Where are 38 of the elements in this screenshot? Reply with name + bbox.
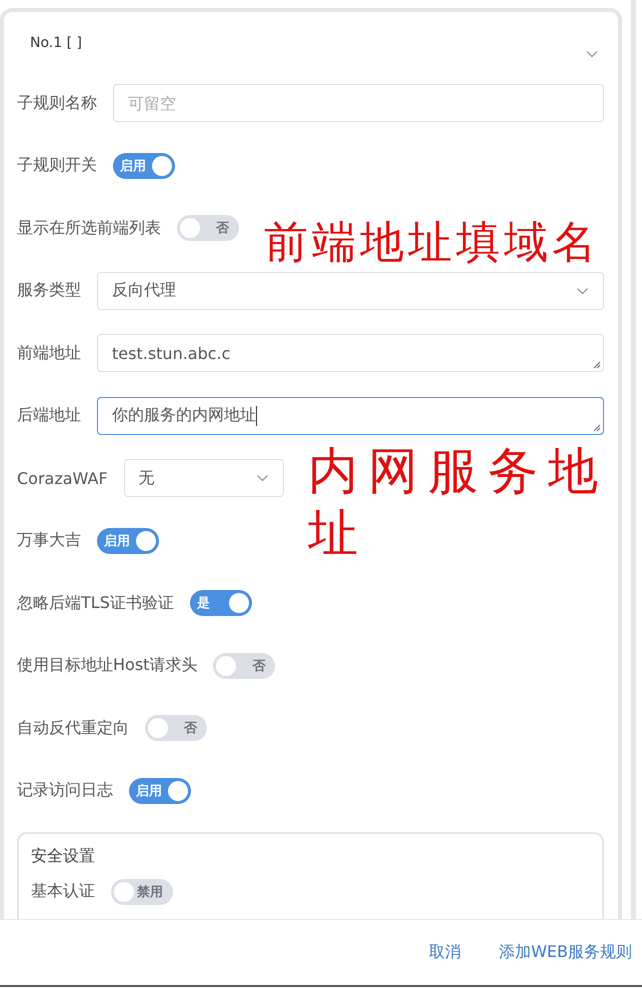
field-label: 使用目标地址Host请求头: [17, 655, 198, 676]
resize-grip-icon[interactable]: [593, 361, 601, 369]
annotation-text: 前端地址填域名: [264, 218, 600, 268]
toggle-switch[interactable]: 否: [145, 715, 207, 741]
toggle-switch[interactable]: 是: [190, 590, 252, 616]
scrollbar[interactable]: [631, 0, 636, 919]
text-button[interactable]: 取消: [425, 938, 466, 967]
section-title: 安全设置: [31, 846, 96, 866]
field-label: 基本认证: [31, 881, 95, 902]
select-dropdown[interactable]: 反向代理: [97, 272, 604, 310]
text-button[interactable]: 添加WEB服务规则: [495, 938, 636, 967]
text-field[interactable]: 可留空: [113, 84, 604, 122]
chevron-down-icon[interactable]: [586, 50, 598, 58]
rule-title: No.1 [ ]: [30, 35, 82, 51]
resize-grip-icon[interactable]: [593, 424, 601, 432]
field-label: 自动反代重定向: [17, 718, 129, 738]
chevron-down-icon: [576, 286, 589, 294]
annotation-text: 内网服务地址: [308, 441, 608, 564]
text-area[interactable]: 你的服务的内网地址: [97, 396, 604, 434]
field-label: 子规则名称: [17, 92, 97, 114]
field-label: 忽略后端TLS证书验证: [17, 592, 174, 614]
field-label: 记录访问日志: [17, 780, 113, 801]
toggle-switch[interactable]: 启用: [113, 152, 175, 178]
field-label: 显示在所选前端列表: [17, 218, 161, 238]
field-label: CorazaWAF: [17, 468, 108, 488]
chevron-down-icon: [256, 474, 269, 482]
field-label: 后端地址: [17, 405, 81, 426]
text-area[interactable]: test.stun.abc.c: [97, 334, 604, 372]
toggle-switch[interactable]: 否: [213, 652, 276, 678]
toggle-switch[interactable]: 启用: [97, 528, 159, 554]
field-label: 万事大吉: [17, 530, 81, 551]
toggle-switch[interactable]: 否: [177, 215, 239, 241]
toggle-switch[interactable]: 启用: [129, 778, 191, 804]
field-label: 前端地址: [17, 342, 81, 364]
field-label: 子规则开关: [17, 155, 97, 176]
select-dropdown[interactable]: 无: [124, 459, 284, 497]
field-label: 服务类型: [17, 280, 81, 301]
toggle-switch[interactable]: 禁用: [111, 878, 173, 904]
